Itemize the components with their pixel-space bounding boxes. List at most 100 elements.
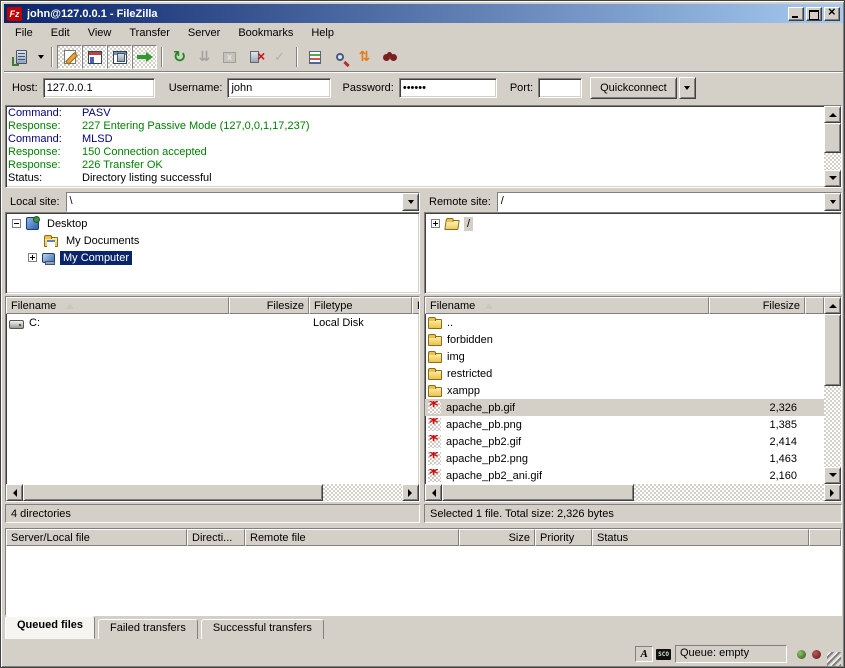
refresh-button[interactable] <box>167 45 192 69</box>
column-filename[interactable]: Filename <box>425 297 709 314</box>
column-size[interactable]: Size <box>459 529 535 546</box>
expand-icon[interactable] <box>431 219 440 228</box>
menu-help[interactable]: Help <box>302 25 343 41</box>
column-priority[interactable]: Priority <box>535 529 592 546</box>
local-site-dropdown[interactable] <box>402 193 419 211</box>
scroll-down-button[interactable] <box>824 170 841 187</box>
menu-server[interactable]: Server <box>179 25 229 41</box>
scrollbar-thumb[interactable] <box>824 123 841 153</box>
remote-file-row[interactable]: apache_pb2_ani.gif 2,160 <box>425 467 824 484</box>
toggle-remote-tree-button[interactable] <box>107 45 132 69</box>
remote-file-row[interactable]: img <box>425 348 824 365</box>
filename-filters-button[interactable] <box>302 45 327 69</box>
close-button[interactable] <box>824 7 840 21</box>
tab-queued-files[interactable]: Queued files <box>5 616 95 639</box>
scrollbar-thumb[interactable] <box>824 314 841 386</box>
toggle-local-tree-button[interactable] <box>82 45 107 69</box>
log-scrollbar[interactable] <box>824 106 841 187</box>
menu-bookmarks[interactable]: Bookmarks <box>229 25 302 41</box>
password-label: Password: <box>342 82 393 94</box>
remote-site-combobox[interactable]: / <box>497 192 842 212</box>
scrollbar-track[interactable] <box>824 386 841 467</box>
queue-body[interactable] <box>6 546 841 615</box>
folder-icon <box>428 387 442 397</box>
username-input[interactable] <box>227 78 331 98</box>
scroll-down-button[interactable] <box>824 467 841 484</box>
scrollbar-track[interactable] <box>634 484 824 501</box>
message-log-lines: Command:PASV Response:227 Entering Passi… <box>6 106 824 187</box>
recv-activity-led <box>797 650 806 659</box>
site-manager-button[interactable] <box>9 45 34 69</box>
find-files-button[interactable] <box>377 45 402 69</box>
column-last-modified[interactable]: L <box>412 297 420 314</box>
scrollbar-thumb[interactable] <box>442 484 634 501</box>
menu-view[interactable]: View <box>79 25 121 41</box>
local-horizontal-scrollbar[interactable] <box>6 484 419 501</box>
synchronized-browsing-button[interactable] <box>352 45 377 69</box>
tree-item-root[interactable]: / <box>425 215 841 232</box>
scroll-left-button[interactable] <box>425 484 442 501</box>
remote-horizontal-scrollbar[interactable] <box>425 484 841 501</box>
password-input[interactable] <box>399 78 497 98</box>
local-site-combobox[interactable]: \ <box>66 192 420 212</box>
toggle-message-log-button[interactable] <box>57 45 82 69</box>
remote-file-row[interactable]: xampp <box>425 382 824 399</box>
resize-grip[interactable] <box>827 652 841 666</box>
scroll-left-button[interactable] <box>6 484 23 501</box>
remote-file-row[interactable]: apache_pb2.gif 2,414 <box>425 433 824 450</box>
column-filesize[interactable]: Filesize <box>709 297 805 314</box>
column-status[interactable]: Status <box>592 529 809 546</box>
scrollbar-thumb[interactable] <box>23 484 323 501</box>
remote-vertical-scrollbar[interactable] <box>824 297 841 484</box>
tab-successful-transfers[interactable]: Successful transfers <box>201 619 324 639</box>
remote-file-row[interactable]: restricted <box>425 365 824 382</box>
scroll-right-button[interactable] <box>824 484 841 501</box>
column-remote-file[interactable]: Remote file <box>245 529 459 546</box>
disconnect-button[interactable] <box>242 45 267 69</box>
expand-icon[interactable] <box>28 253 37 262</box>
quickconnect-dropdown[interactable] <box>679 77 696 99</box>
transfer-type-indicator[interactable]: A <box>635 646 653 662</box>
column-filename[interactable]: Filename <box>6 297 229 314</box>
column-filesize[interactable]: Filesize <box>229 297 309 314</box>
tree-item-desktop[interactable]: Desktop <box>6 215 419 232</box>
column-direction[interactable]: Directi... <box>187 529 245 546</box>
remote-file-row[interactable]: .. <box>425 314 824 331</box>
scroll-up-button[interactable] <box>824 297 841 314</box>
reconnect-button <box>267 45 292 69</box>
remote-site-dropdown[interactable] <box>824 193 841 211</box>
column-filetype[interactable]: Filetype <box>309 297 412 314</box>
local-site-path[interactable]: \ <box>67 193 402 211</box>
disconnect-icon <box>250 51 259 63</box>
local-site-label: Local site: <box>5 196 66 208</box>
speed-limit-indicator[interactable]: SCO <box>656 649 671 660</box>
port-input[interactable] <box>538 78 582 98</box>
column-server-local-file[interactable]: Server/Local file <box>6 529 187 546</box>
tree-item-my-computer[interactable]: My Computer <box>6 249 419 266</box>
remote-file-row[interactable]: apache_pb2.png 1,463 <box>425 450 824 467</box>
scrollbar-track[interactable] <box>323 484 402 501</box>
remote-site-path[interactable]: / <box>498 193 824 211</box>
scrollbar-track[interactable] <box>824 153 841 170</box>
tree-item-my-documents[interactable]: My Documents <box>6 232 419 249</box>
host-input[interactable] <box>43 78 155 98</box>
scroll-up-button[interactable] <box>824 106 841 123</box>
collapse-icon[interactable] <box>12 219 21 228</box>
maximize-button[interactable] <box>806 7 822 21</box>
menu-transfer[interactable]: Transfer <box>120 25 179 41</box>
remote-file-row[interactable]: forbidden <box>425 331 824 348</box>
menu-file[interactable]: File <box>6 25 42 41</box>
quickconnect-button[interactable]: Quickconnect <box>590 77 677 99</box>
directory-comparison-button[interactable] <box>327 45 352 69</box>
local-file-row[interactable]: C: Local Disk <box>6 314 419 331</box>
minimize-button[interactable] <box>788 7 804 21</box>
title-bar[interactable]: john@127.0.0.1 - FileZilla <box>4 4 843 23</box>
site-manager-dropdown[interactable] <box>34 46 47 68</box>
remote-file-row[interactable]: apache_pb.png 1,385 <box>425 416 824 433</box>
scroll-right-button[interactable] <box>402 484 419 501</box>
toggle-queue-button[interactable] <box>132 45 157 69</box>
tab-failed-transfers[interactable]: Failed transfers <box>98 619 198 639</box>
remote-file-row-selected[interactable]: apache_pb.gif 2,326 <box>425 399 824 416</box>
menu-edit[interactable]: Edit <box>42 25 79 41</box>
port-label: Port: <box>510 82 533 94</box>
